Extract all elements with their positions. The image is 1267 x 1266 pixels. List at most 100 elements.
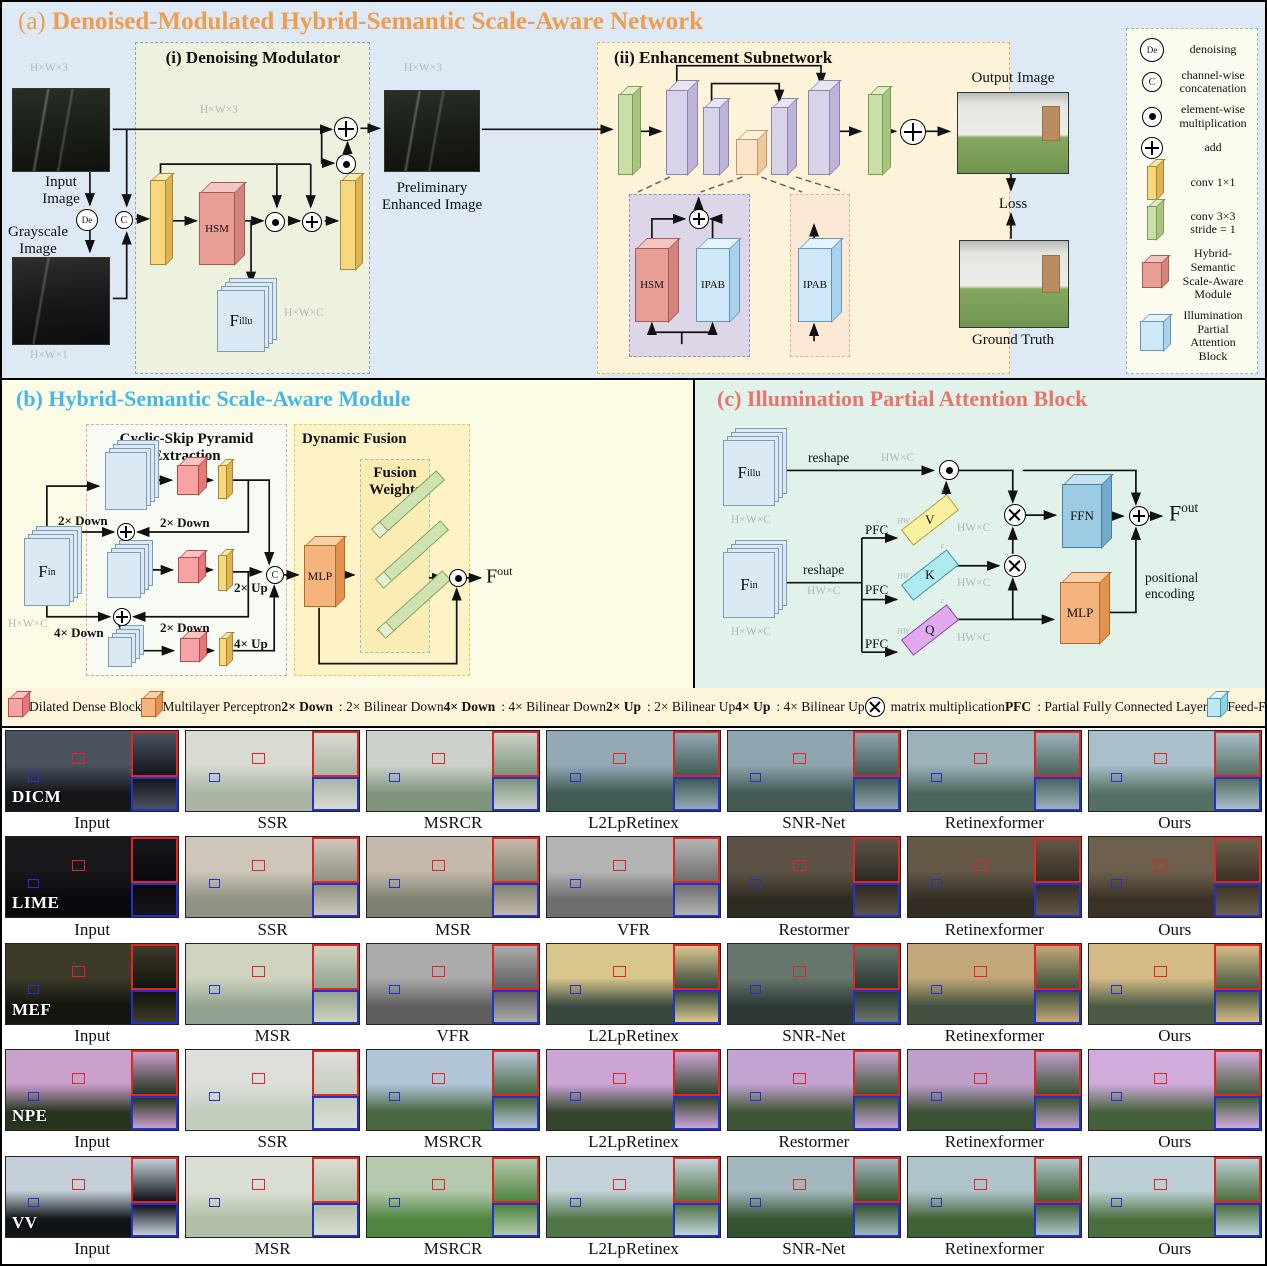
inset-crop-red [131, 944, 178, 990]
roi-marker-red [793, 860, 806, 871]
method-label: Input [5, 1025, 179, 1047]
inset-crop-blue [1034, 883, 1081, 917]
conv3x3-icon [1147, 206, 1157, 240]
strip-term: 2× Down [281, 699, 333, 715]
multiply-icon-top [336, 154, 356, 174]
result-image [546, 1049, 720, 1131]
method-label: Ours [1088, 812, 1262, 834]
roi-marker-blue [389, 879, 400, 888]
comparison-cell: Ours [1085, 941, 1265, 1047]
result-image [185, 943, 359, 1025]
hwc-in-label: HW×C [807, 585, 840, 597]
strip-text: Multilayer Perceptron [162, 699, 281, 715]
strip-text: : 4× Bilinear Up [776, 699, 864, 715]
comparison-cell: Restormer [724, 834, 904, 940]
roi-marker-red [613, 1179, 626, 1190]
dataset-tag: NPE [12, 1106, 48, 1126]
inset-crop-blue [1214, 777, 1261, 811]
result-image [546, 943, 720, 1025]
legend-icon-wrap [1135, 166, 1169, 200]
inset-crop-red [492, 1050, 539, 1096]
method-label: L2LpRetinex [546, 1025, 720, 1047]
result-image [546, 730, 720, 812]
result-image: NPE [5, 1049, 179, 1131]
legend-item: Illumination Partial Attention Block [1131, 308, 1253, 365]
roi-marker-blue [28, 1092, 39, 1101]
comparison-cell: MSR [182, 941, 362, 1047]
method-label: Retinexformer [907, 1131, 1081, 1153]
inset-crop-red [853, 837, 900, 883]
comparison-cell: NPEInput [2, 1047, 182, 1153]
strip-text: matrix multiplication [891, 699, 1005, 715]
comparison-cell: L2LpRetinex [543, 1154, 723, 1260]
method-label: Ours [1088, 1238, 1262, 1260]
inset-crop-red [1214, 1050, 1261, 1096]
add-icon-b2 [113, 608, 131, 626]
result-image [366, 730, 540, 812]
conv1x1-slab-2 [340, 180, 356, 270]
comparison-row: MEFInputMSRVFRL2LpRetinexSNR-NetRetinexf… [2, 941, 1265, 1047]
down2-label-b: 2× Down [160, 515, 210, 531]
inset-crop-red [312, 1157, 359, 1203]
f-in-stack-c: Fin [723, 552, 775, 618]
conv1x1-icon [1147, 166, 1157, 200]
comparison-cell: L2LpRetinex [543, 728, 723, 834]
inset-crop-blue [1034, 1096, 1081, 1130]
add-icon-output [900, 119, 926, 145]
method-label: Ours [1088, 1131, 1262, 1153]
inset-crop-red [492, 944, 539, 990]
legend-item: conv 1×1 [1131, 165, 1253, 201]
roi-marker-blue [389, 1198, 400, 1207]
strip-text: : 2× Bilinear Up [647, 699, 735, 715]
up2-label: 2× Up [234, 580, 268, 596]
comparison-cell: SNR-Net [724, 728, 904, 834]
notation-legend: DedenoisingCchannel-wise concatenationel… [1126, 28, 1258, 374]
inset-crop-red [312, 1050, 359, 1096]
inset-crop-red [492, 837, 539, 883]
strip-legend-item: Multilayer Perceptron [141, 698, 281, 717]
roi-marker-red [432, 966, 445, 977]
pyramid-stack-3 [108, 637, 132, 667]
dilated-dense-block-1 [177, 465, 199, 495]
comparison-cell: Retinexformer [904, 1154, 1084, 1260]
roi-marker-red [432, 753, 445, 764]
inset-crop-red [1034, 837, 1081, 883]
legend-icon-wrap [1135, 206, 1169, 240]
method-label: SNR-Net [727, 1025, 901, 1047]
dataset-tag: DICM [12, 787, 61, 807]
roi-marker-blue [1111, 1198, 1122, 1207]
strip-text: : 2× Bilinear Down [339, 699, 444, 715]
inset-crop-red [1034, 731, 1081, 777]
f-out-label-b: Fout [486, 564, 512, 589]
hsm-detail-label: HSM [636, 249, 668, 321]
roi-marker-red [72, 753, 85, 764]
inset-crop-red [1214, 944, 1261, 990]
roi-marker-red [432, 860, 445, 871]
inset-crop-blue [492, 1203, 539, 1237]
comparison-cell: MSRCR [363, 1047, 543, 1153]
input-dim-label: H×W×3 [30, 62, 68, 74]
result-image [185, 836, 359, 918]
comparison-cell: MSRCR [363, 1154, 543, 1260]
roi-marker-blue [389, 985, 400, 994]
legend-icon-wrap [1135, 137, 1169, 159]
mlp-block-c: MLP [1060, 582, 1100, 644]
modulator-title: (i) Denoising Modulator [142, 48, 364, 68]
roi-marker-blue [1111, 879, 1122, 888]
legend-label: conv 1×1 [1177, 176, 1249, 190]
result-image [1088, 730, 1262, 812]
legend-label: Hybrid-Semantic Scale-Aware Module [1177, 247, 1249, 302]
hwc-k-label: HW×C [957, 577, 990, 589]
roi-marker-red [613, 966, 626, 977]
f-in-label-c: Fin [723, 552, 775, 618]
concat-icon-b: C [266, 566, 284, 584]
roi-marker-blue [28, 879, 39, 888]
roi-marker-blue [931, 985, 942, 994]
matmul-icon-1 [1004, 504, 1026, 526]
inset-crop-red [853, 1157, 900, 1203]
roi-marker-blue [750, 879, 761, 888]
legend-label: Illumination Partial Attention Block [1177, 309, 1249, 364]
method-label: Input [5, 1238, 179, 1260]
inset-crop-blue [312, 777, 359, 811]
result-image [727, 836, 901, 918]
